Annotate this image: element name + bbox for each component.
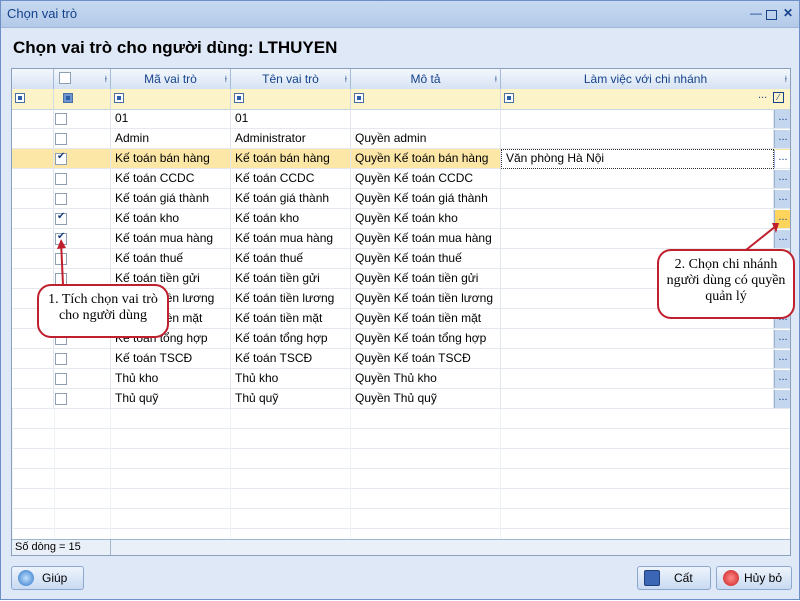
callout-text: 2. Chọn chi nhánh người dùng có quyền qu… [666, 257, 786, 304]
dialog-window: Chọn vai trò — ✕ Chọn vai trò cho người … [0, 0, 800, 600]
cancel-button[interactable]: Hủy bỏ [716, 566, 792, 590]
help-icon [18, 570, 34, 586]
arrow-head [57, 239, 66, 249]
help-button[interactable]: Giúp [11, 566, 84, 590]
cancel-icon [723, 570, 739, 586]
cancel-label: Hủy bỏ [744, 571, 783, 585]
help-label: Giúp [42, 571, 68, 585]
save-label: Cất [674, 571, 693, 585]
save-button[interactable]: Cất [637, 566, 711, 590]
save-icon [644, 570, 660, 586]
callout-select-branch: 2. Chọn chi nhánh người dùng có quyền qu… [657, 249, 795, 319]
